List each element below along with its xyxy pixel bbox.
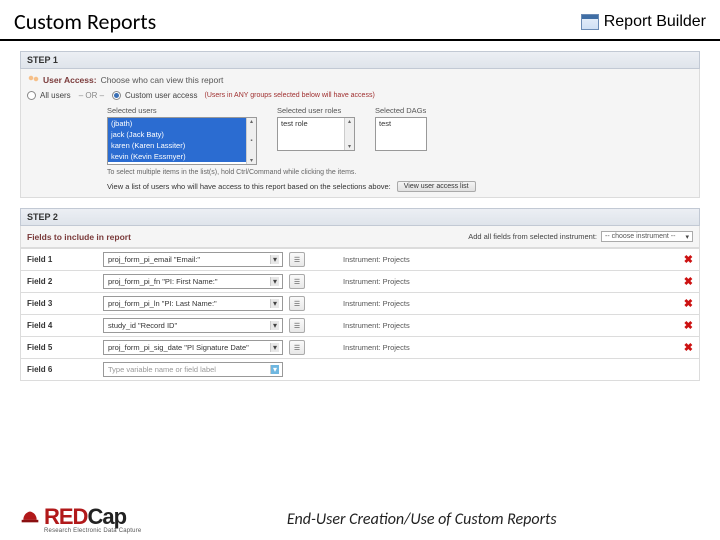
view-access-row: View a list of users who will have acces… bbox=[107, 181, 693, 192]
field-select[interactable]: proj_form_pi_ln "PI: Last Name:" bbox=[103, 296, 283, 311]
logo-tagline: Research Electronic Data Capture bbox=[44, 528, 141, 534]
field-instrument: Instrument: Projects bbox=[343, 321, 410, 330]
selected-dags-listbox[interactable]: test bbox=[375, 117, 427, 151]
instrument-select[interactable]: -- choose instrument -- bbox=[601, 231, 693, 242]
radio-custom-access[interactable] bbox=[112, 91, 121, 100]
list-item[interactable]: jack (Jack Baty) bbox=[108, 129, 256, 140]
selected-dags-col: Selected DAGs test bbox=[375, 106, 427, 151]
add-all-label: Add all fields from selected instrument: bbox=[468, 232, 597, 241]
delete-icon[interactable]: ✖ bbox=[684, 341, 693, 354]
custom-access-label: Custom user access bbox=[125, 91, 197, 100]
fields-heading: Fields to include in report bbox=[27, 232, 131, 242]
redcap-hat-icon bbox=[18, 509, 42, 529]
selected-roles-title: Selected user roles bbox=[277, 106, 355, 115]
list-item[interactable]: (jbath) bbox=[108, 118, 256, 129]
delete-icon[interactable]: ✖ bbox=[684, 275, 693, 288]
footer-caption: End-User Creation/Use of Custom Reports bbox=[141, 510, 702, 529]
field-row: Field 1 proj_form_pi_email "Email:" ☰ In… bbox=[21, 248, 699, 270]
selected-roles-listbox[interactable]: test role ▴▾ bbox=[277, 117, 355, 151]
step1-section: User Access: Choose who can view this re… bbox=[20, 69, 700, 198]
page-title: Custom Reports bbox=[14, 8, 156, 35]
field-label: Field 3 bbox=[27, 299, 97, 308]
field-label: Field 6 bbox=[27, 365, 97, 374]
access-mode-row: All users – OR – Custom user access (Use… bbox=[27, 91, 693, 100]
add-all-row: Add all fields from selected instrument:… bbox=[468, 231, 693, 242]
field-instrument: Instrument: Projects bbox=[343, 299, 410, 308]
field-options-button[interactable]: ☰ bbox=[289, 252, 305, 267]
selected-roles-col: Selected user roles test role ▴▾ bbox=[277, 106, 355, 151]
field-options-button[interactable]: ☰ bbox=[289, 296, 305, 311]
list-item[interactable]: test role bbox=[278, 118, 354, 129]
scrollbar[interactable]: ▴▾ bbox=[344, 118, 354, 150]
field-row: Field 3 proj_form_pi_ln "PI: Last Name:"… bbox=[21, 292, 699, 314]
field-options-button[interactable]: ☰ bbox=[289, 274, 305, 289]
field-instrument: Instrument: Projects bbox=[343, 277, 410, 286]
list-item[interactable]: test bbox=[376, 118, 426, 129]
field-select-empty[interactable]: Type variable name or field label bbox=[103, 362, 283, 377]
page-header: Custom Reports Report Builder bbox=[0, 0, 720, 41]
field-label: Field 2 bbox=[27, 277, 97, 286]
field-row: Field 5 proj_form_pi_sig_date "PI Signat… bbox=[21, 336, 699, 358]
field-select[interactable]: proj_form_pi_sig_date "PI Signature Date… bbox=[103, 340, 283, 355]
redcap-logo: REDCap Research Electronic Data Capture bbox=[44, 504, 141, 534]
user-access-desc: Choose who can view this report bbox=[101, 75, 224, 85]
step2-label: STEP 2 bbox=[27, 212, 58, 222]
user-access-heading: User Access: Choose who can view this re… bbox=[27, 74, 693, 86]
delete-icon[interactable]: ✖ bbox=[684, 319, 693, 332]
content: STEP 1 User Access: Choose who can view … bbox=[0, 41, 720, 381]
view-access-button[interactable]: View user access list bbox=[397, 181, 476, 192]
field-row-empty: Field 6 Type variable name or field labe… bbox=[21, 358, 699, 380]
user-access-label: User Access: bbox=[43, 75, 97, 85]
redcap-wordmark: REDCap bbox=[44, 504, 126, 530]
field-select[interactable]: proj_form_pi_email "Email:" bbox=[103, 252, 283, 267]
report-builder-label: Report Builder bbox=[581, 13, 706, 31]
fields-heading-text: Fields to include in report bbox=[27, 232, 131, 242]
access-lists: Selected users (jbath) jack (Jack Baty) … bbox=[107, 106, 693, 165]
all-users-label: All users bbox=[40, 91, 71, 100]
list-item[interactable]: karen (Karen Lassiter) bbox=[108, 140, 256, 151]
field-label: Field 5 bbox=[27, 343, 97, 352]
people-icon bbox=[27, 74, 39, 86]
report-builder-text: Report Builder bbox=[604, 13, 706, 31]
delete-icon[interactable]: ✖ bbox=[684, 253, 693, 266]
field-options-button[interactable]: ☰ bbox=[289, 340, 305, 355]
radio-all-users[interactable] bbox=[27, 91, 36, 100]
fields-list: Field 1 proj_form_pi_email "Email:" ☰ In… bbox=[20, 248, 700, 381]
field-instrument: Instrument: Projects bbox=[343, 343, 410, 352]
step1-bar: STEP 1 bbox=[20, 51, 700, 69]
field-row: Field 2 proj_form_pi_fn "PI: First Name:… bbox=[21, 270, 699, 292]
or-separator: – OR – bbox=[79, 91, 104, 100]
list-item[interactable]: kevin (Kevin Essmyer) bbox=[108, 151, 256, 162]
scrollbar[interactable]: ▴▪▾ bbox=[246, 118, 256, 164]
report-builder-icon bbox=[581, 14, 599, 30]
logo-black: Cap bbox=[87, 504, 126, 530]
field-label: Field 4 bbox=[27, 321, 97, 330]
delete-icon[interactable]: ✖ bbox=[684, 297, 693, 310]
selected-dags-title: Selected DAGs bbox=[375, 106, 427, 115]
footer: REDCap Research Electronic Data Capture … bbox=[0, 504, 720, 534]
step2-bar: STEP 2 bbox=[20, 208, 700, 226]
field-instrument: Instrument: Projects bbox=[343, 255, 410, 264]
selected-users-col: Selected users (jbath) jack (Jack Baty) … bbox=[107, 106, 257, 165]
field-select[interactable]: study_id "Record ID" bbox=[103, 318, 283, 333]
selected-users-title: Selected users bbox=[107, 106, 257, 115]
field-options-button[interactable]: ☰ bbox=[289, 318, 305, 333]
field-label: Field 1 bbox=[27, 255, 97, 264]
view-access-text: View a list of users who will have acces… bbox=[107, 182, 391, 191]
multi-select-hint: To select multiple items in the list(s),… bbox=[107, 169, 693, 176]
logo-red: RED bbox=[44, 504, 87, 530]
field-select[interactable]: proj_form_pi_fn "PI: First Name:" bbox=[103, 274, 283, 289]
custom-access-note: (Users in ANY groups selected below will… bbox=[205, 92, 375, 99]
step2-header: Fields to include in report Add all fiel… bbox=[20, 226, 700, 248]
field-row: Field 4 study_id "Record ID" ☰ Instrumen… bbox=[21, 314, 699, 336]
selected-users-listbox[interactable]: (jbath) jack (Jack Baty) karen (Karen La… bbox=[107, 117, 257, 165]
